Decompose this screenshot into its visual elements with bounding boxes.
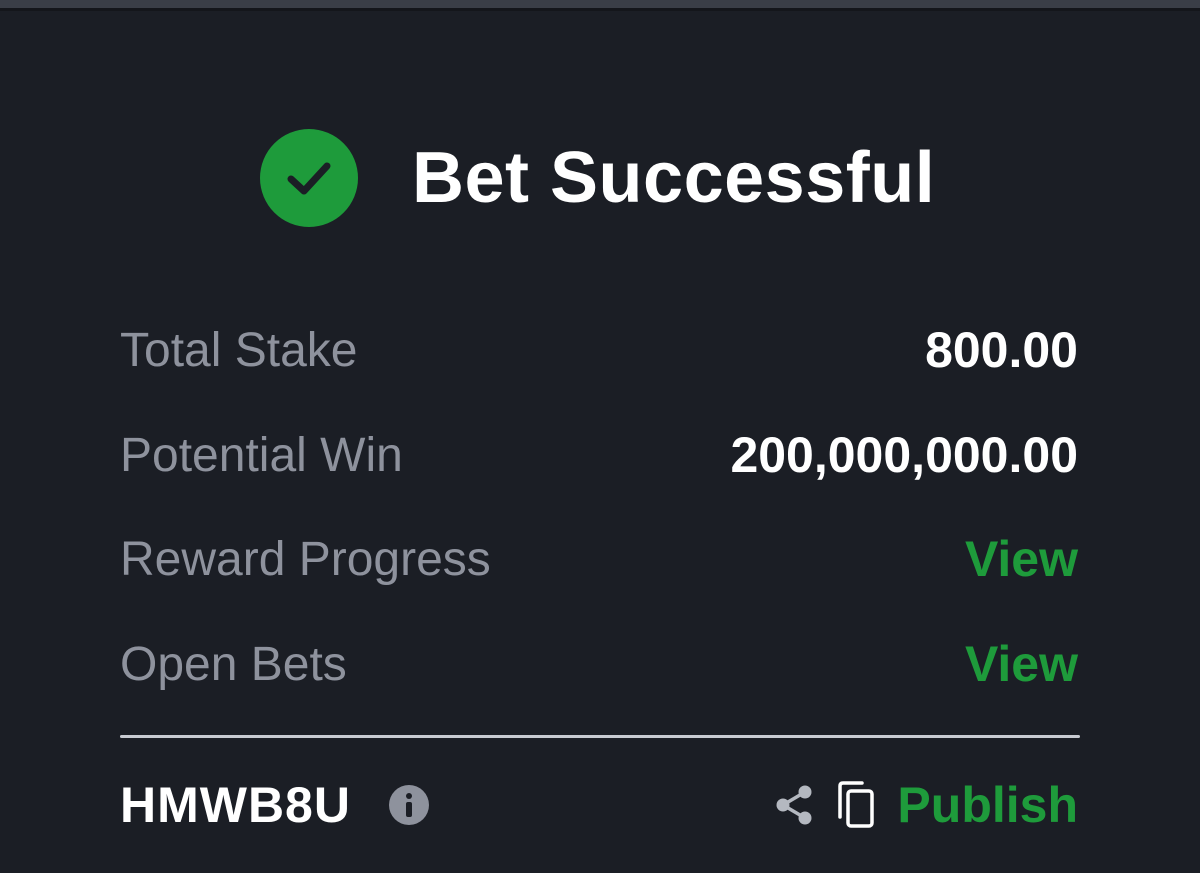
footer-bar: HMWB8U Publish [120,770,1078,840]
bet-success-header: Bet Successful [260,128,935,228]
share-icon[interactable] [773,783,815,827]
total-stake-row: Total Stake 800.00 [120,315,1078,385]
potential-win-value: 200,000,000.00 [730,427,1078,483]
total-stake-label: Total Stake [120,323,358,377]
booking-code: HMWB8U [120,777,351,833]
copy-icon[interactable] [835,780,877,830]
open-bets-label: Open Bets [120,637,347,691]
publish-button[interactable]: Publish [897,776,1078,834]
check-circle-icon [260,129,358,227]
top-bar-gap [0,8,1200,11]
top-bar [0,0,1200,8]
booking-code-group: HMWB8U [120,776,429,834]
info-icon[interactable] [388,785,429,825]
total-stake-value: 800.00 [925,322,1078,378]
footer-actions: Publish [773,776,1078,834]
open-bets-row: Open Bets View [120,629,1078,699]
divider [120,735,1080,738]
reward-progress-row: Reward Progress View [120,524,1078,594]
open-bets-view-link[interactable]: View [965,635,1078,693]
page-title: Bet Successful [412,138,936,218]
potential-win-row: Potential Win 200,000,000.00 [120,420,1078,490]
reward-progress-label: Reward Progress [120,532,491,586]
reward-progress-view-link[interactable]: View [965,530,1078,588]
potential-win-label: Potential Win [120,428,403,482]
